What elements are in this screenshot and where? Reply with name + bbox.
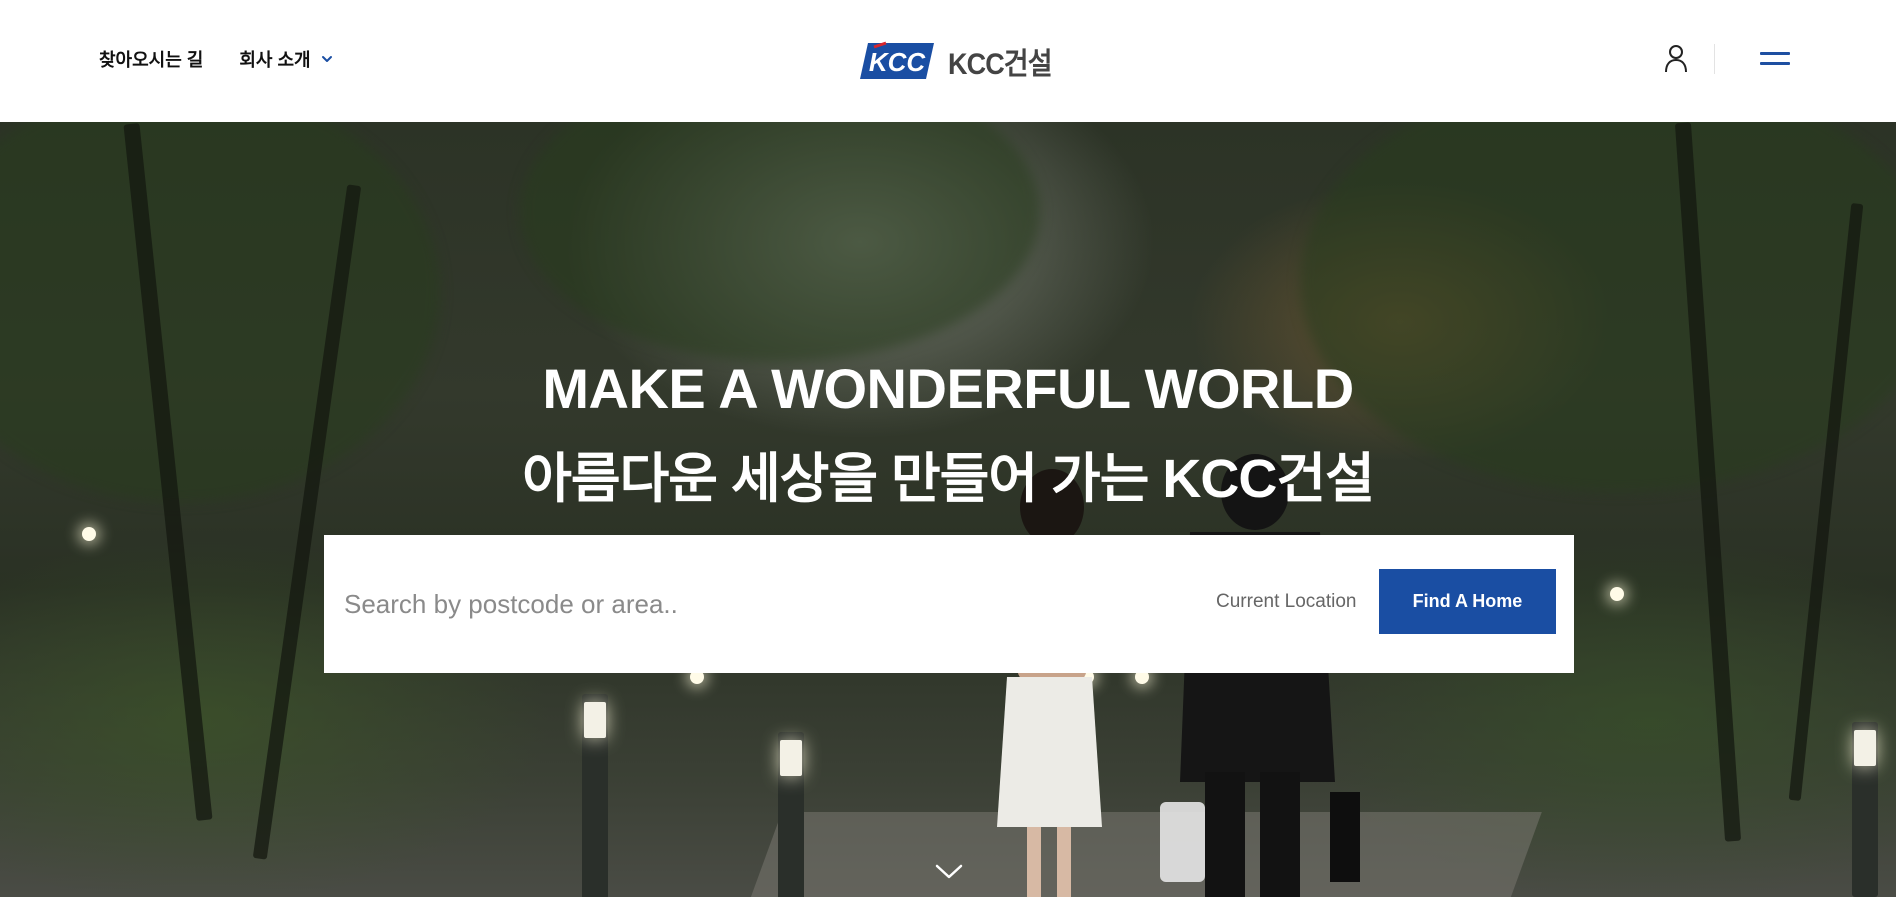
- street-lamp: [582, 694, 608, 897]
- walkway: [738, 812, 1542, 897]
- chevron-down-icon: [321, 53, 333, 65]
- chevron-down-icon[interactable]: [934, 862, 964, 882]
- person-man: [1160, 454, 1360, 897]
- nav-company-dropdown[interactable]: 회사 소개: [239, 46, 332, 72]
- person-woman: [997, 469, 1102, 897]
- nav-directions-label: 찾아오시는 길: [99, 50, 204, 70]
- logo-mark-text: KCC: [869, 47, 927, 77]
- logo-wordmark: KCC건설: [948, 48, 1053, 81]
- find-a-home-button[interactable]: Find A Home: [1379, 569, 1556, 634]
- nav-directions-link[interactable]: 찾아오시는 길: [99, 46, 203, 72]
- site-header: 찾아오시는 길 회사 소개 KCC KCC건설: [0, 0, 1896, 122]
- header-nav: 찾아오시는 길 회사 소개: [99, 0, 333, 118]
- page: 찾아오시는 길 회사 소개 KCC KCC건설 MAKE A WONDERFUL…: [0, 0, 1896, 897]
- bokeh-light: [1610, 587, 1624, 601]
- user-icon[interactable]: [1664, 44, 1688, 74]
- kcc-logo[interactable]: KCC KCC건설: [860, 40, 1063, 82]
- kcc-logo-mark: KCC: [860, 41, 934, 79]
- hero-banner: MAKE A WONDERFUL WORLD 아름다운 세상을 만들어 가는 K…: [0, 122, 1896, 897]
- bokeh-light: [82, 527, 96, 541]
- nav-company-label: 회사 소개: [239, 50, 311, 70]
- search-panel: Current Location Find A Home: [324, 535, 1574, 673]
- street-lamp: [1852, 722, 1878, 897]
- search-input[interactable]: [344, 573, 1144, 635]
- hero-subtitle: 아름다운 세상을 만들어 가는 KCC건설: [522, 449, 1375, 509]
- header-divider: [1714, 44, 1715, 74]
- hamburger-menu-icon[interactable]: [1758, 48, 1792, 70]
- foliage-top: [520, 122, 1040, 362]
- current-location-link[interactable]: Current Location: [1216, 591, 1356, 613]
- hero-title: MAKE A WONDERFUL WORLD: [542, 357, 1354, 420]
- street-lamp: [778, 732, 804, 897]
